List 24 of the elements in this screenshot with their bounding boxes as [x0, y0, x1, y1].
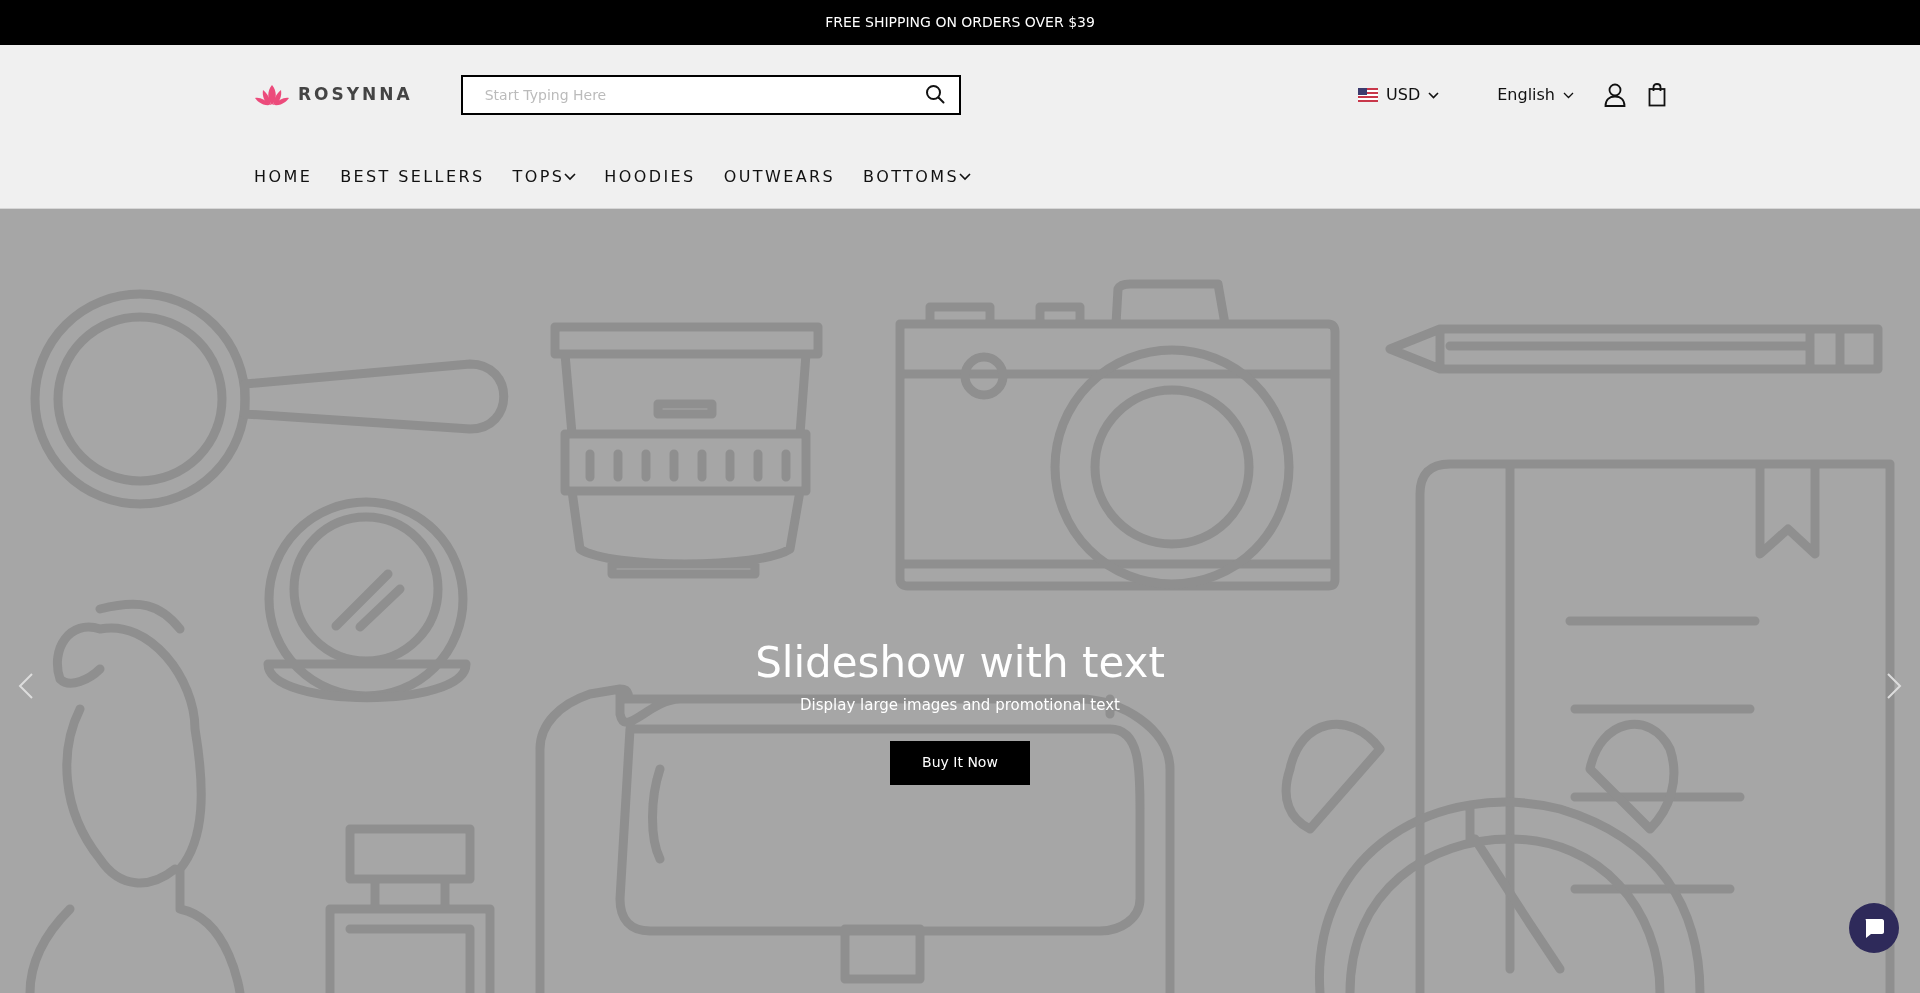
hero-subtitle: Display large images and promotional text: [800, 695, 1120, 717]
currency-selector[interactable]: USD: [1358, 83, 1440, 107]
nav-link[interactable]: HOODIES: [604, 165, 696, 189]
chevron-down-icon: [959, 173, 971, 181]
chat-button[interactable]: [1849, 903, 1899, 953]
buy-now-button[interactable]: Buy It Now: [890, 740, 1030, 785]
shopping-bag-icon[interactable]: [1648, 83, 1666, 107]
nav-link[interactable]: HOME: [254, 165, 313, 189]
account-icon[interactable]: [1604, 83, 1626, 107]
nav-link[interactable]: TOPS: [512, 165, 577, 189]
chevron-down-icon: [1563, 91, 1574, 99]
flag-icon: [1358, 88, 1379, 102]
chevron-down-icon: [564, 173, 577, 181]
search-icon[interactable]: [924, 84, 945, 104]
chevron-down-icon: [1428, 91, 1440, 99]
search-field[interactable]: Start Typing Here: [460, 75, 961, 115]
announcement-text: FREE SHIPPING ON ORDERS OVER $39: [825, 13, 1095, 32]
store-logo[interactable]: ROSYNNA: [254, 82, 413, 108]
nav-link[interactable]: BOTTOMS: [863, 165, 971, 189]
language-selector[interactable]: English: [1497, 83, 1574, 107]
nav-link[interactable]: OUTWEARS: [723, 165, 836, 189]
nav-link[interactable]: BEST SELLERS: [340, 165, 485, 189]
chat-bubble-icon: [1863, 917, 1885, 939]
hero-title: Slideshow with text: [755, 637, 1165, 690]
